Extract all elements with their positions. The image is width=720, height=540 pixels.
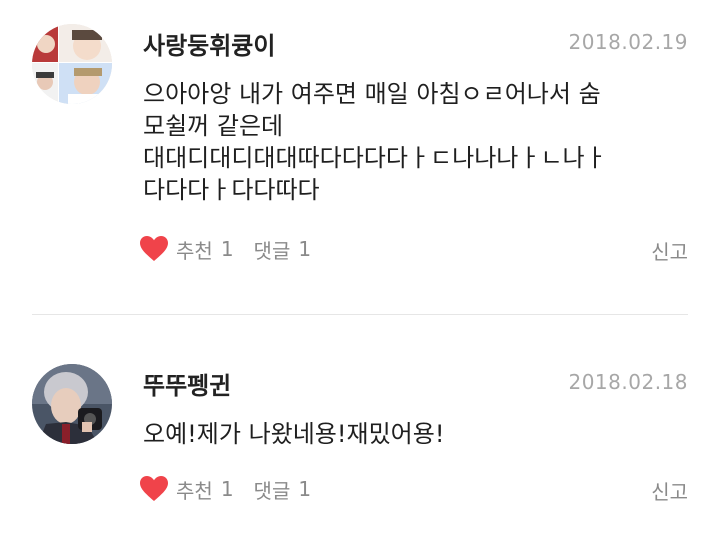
comment-text-line: 모쉴꺼 같은데 bbox=[143, 112, 284, 140]
report-button[interactable]: 신고 bbox=[651, 476, 688, 505]
comment-item: 뚜뚜펭귄 2018.02.18 오예!제가 나왔네용!재밌어용! 추천 1 댓글… bbox=[0, 340, 720, 540]
comment-item: 사랑둥휘큥이 2018.02.19 으아아앙 내가 여주면 매일 아침ㅇㄹ어나서… bbox=[0, 0, 720, 316]
reply-count: 1 bbox=[298, 477, 312, 501]
reply-label[interactable]: 댓글 bbox=[254, 475, 291, 504]
comment-text-line: 으아아앙 내가 여주면 매일 아침ㅇㄹ어나서 숨 bbox=[143, 80, 601, 108]
comment-date: 2018.02.18 bbox=[568, 370, 688, 394]
comment-text-line: 오예!제가 나왔네용!재밌어용! bbox=[143, 420, 445, 448]
report-button[interactable]: 신고 bbox=[651, 236, 688, 265]
heart-icon[interactable] bbox=[140, 476, 168, 502]
collage-avatar-image bbox=[32, 24, 112, 104]
username[interactable]: 사랑둥휘큥이 bbox=[143, 26, 275, 61]
comment-text: 오예!제가 나왔네용!재밌어용! bbox=[143, 418, 688, 450]
like-label[interactable]: 추천 bbox=[176, 475, 213, 504]
reply-label[interactable]: 댓글 bbox=[254, 235, 291, 264]
comment-text-line: 대대디대디대대따다다다다ㅏㄷ나나나ㅏㄴ나ㅏ bbox=[143, 144, 607, 172]
portrait-avatar-image bbox=[32, 364, 112, 444]
comment-actions: 추천 1 댓글 1 bbox=[140, 234, 311, 264]
like-count: 1 bbox=[220, 477, 234, 501]
comment-text: 으아아앙 내가 여주면 매일 아침ㅇㄹ어나서 숨 모쉴꺼 같은데 대대디대디대대… bbox=[143, 78, 688, 206]
avatar[interactable] bbox=[32, 364, 112, 444]
divider bbox=[32, 314, 688, 315]
reply-count: 1 bbox=[298, 237, 312, 261]
avatar[interactable] bbox=[32, 24, 112, 104]
like-label[interactable]: 추천 bbox=[176, 235, 213, 264]
like-count: 1 bbox=[220, 237, 234, 261]
comment-actions: 추천 1 댓글 1 bbox=[140, 474, 311, 504]
comment-date: 2018.02.19 bbox=[568, 30, 688, 54]
comment-text-line: 다다다ㅏ다다따다 bbox=[143, 176, 320, 204]
username[interactable]: 뚜뚜펭귄 bbox=[143, 366, 231, 401]
heart-icon[interactable] bbox=[140, 236, 168, 262]
